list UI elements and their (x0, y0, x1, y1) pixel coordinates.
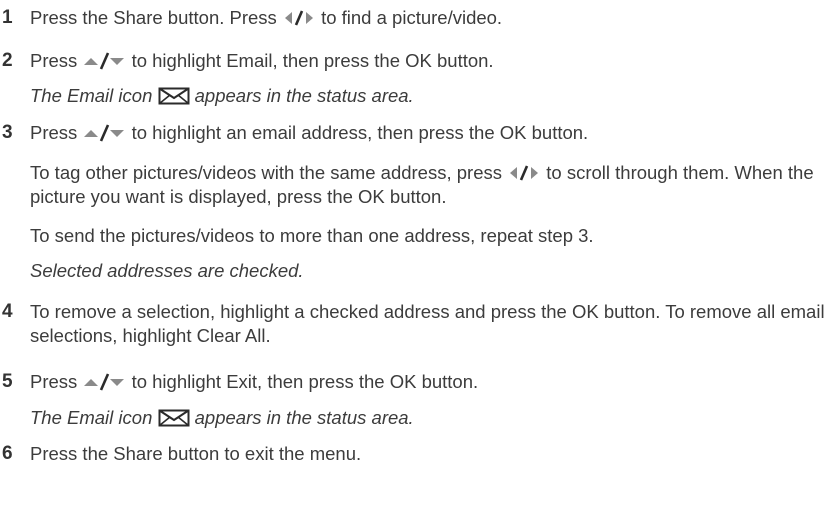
step-text: to highlight an email address, then pres… (131, 122, 589, 143)
step-4-text: To remove a selection, highlight a check… (30, 301, 825, 346)
note-text: The Email icon (30, 407, 158, 428)
step-number: 3 (2, 122, 13, 143)
paragraph-text: To tag other pictures/videos with the sa… (30, 162, 508, 183)
step-text: to highlight Email, then press the OK bu… (131, 50, 494, 71)
instruction-document: 1 Press the Share button. Press to find … (0, 0, 831, 516)
step-text: to find a picture/video. (321, 7, 503, 28)
step-number: 4 (2, 301, 13, 322)
step-text: Press (30, 371, 83, 392)
step-text: Press the Share button. Press (30, 7, 282, 28)
step-2-note: The Email icon appears in the status are… (30, 84, 414, 108)
step-text: Press (30, 122, 83, 143)
step-text: Press (30, 50, 83, 71)
step-3-paragraph-1: To tag other pictures/videos with the sa… (30, 161, 826, 209)
envelope-icon (158, 87, 190, 105)
left-right-arrows-icon (282, 9, 316, 27)
envelope-icon (158, 409, 190, 427)
step-6-text: Press the Share button to exit the menu. (30, 443, 362, 464)
note-text: The Email icon (30, 85, 158, 106)
left-right-arrows-icon (507, 164, 541, 182)
up-down-arrows-icon (82, 124, 126, 142)
step-2-text: Press to highlight Email, then press the… (30, 49, 494, 73)
step-number: 6 (2, 443, 13, 464)
step-5-text: Press to highlight Exit, then press the … (30, 370, 478, 394)
step-5-note: The Email icon appears in the status are… (30, 406, 414, 430)
note-text: appears in the status area. (194, 85, 414, 106)
step-3-text: Press to highlight an email address, the… (30, 121, 588, 145)
step-text: to highlight Exit, then press the OK but… (131, 371, 479, 392)
up-down-arrows-icon (82, 52, 126, 70)
step-number: 5 (2, 371, 13, 392)
step-number: 2 (2, 50, 13, 71)
step-3-note: Selected addresses are checked. (30, 260, 304, 281)
up-down-arrows-icon (82, 373, 126, 391)
step-3-paragraph-2: To send the pictures/videos to more than… (30, 225, 594, 246)
step-number: 1 (2, 7, 13, 28)
step-1-text: Press the Share button. Press to find a … (30, 6, 502, 30)
note-text: appears in the status area. (194, 407, 414, 428)
